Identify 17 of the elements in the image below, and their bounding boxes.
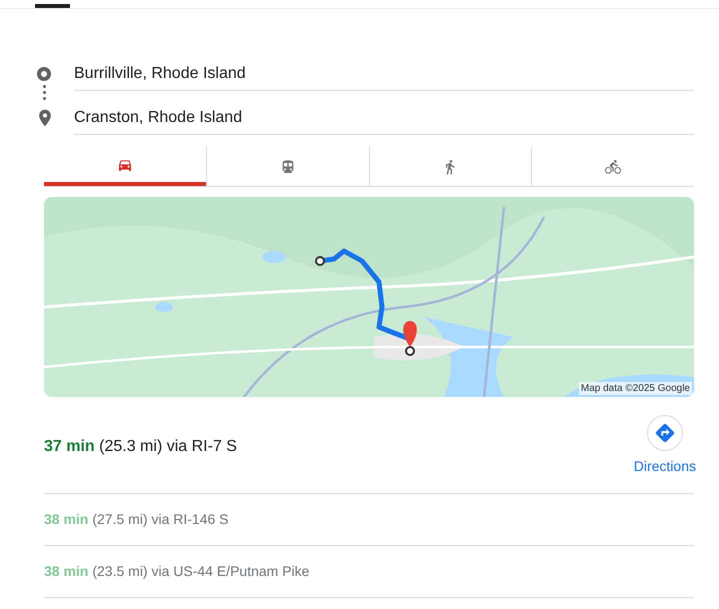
bicycle-icon — [605, 158, 622, 174]
route-details: (23.5 mi) via US-44 E/Putnam Pike — [92, 562, 310, 581]
origin-icon — [37, 67, 51, 81]
tab-indicator — [35, 4, 70, 8]
route-details: (27.5 mi) via RI-146 S — [92, 510, 229, 529]
origin-field[interactable]: Burrillville, Rhode Island — [74, 57, 694, 91]
route-time: 38 min — [44, 510, 88, 529]
route-details: (25.3 mi) via RI-7 S — [99, 438, 237, 455]
route-dots-icon — [43, 85, 46, 100]
map-attribution: Map data ©2025 Google — [578, 382, 692, 395]
route-time: 37 min — [44, 438, 95, 455]
destination-field[interactable]: Cranston, Rhode Island — [74, 101, 694, 135]
directions-icon — [646, 415, 683, 451]
map[interactable]: Map data ©2025 Google — [44, 197, 694, 397]
train-icon — [280, 158, 296, 174]
route-time: 38 min — [44, 562, 88, 581]
directions-button[interactable]: Directions — [634, 415, 696, 477]
